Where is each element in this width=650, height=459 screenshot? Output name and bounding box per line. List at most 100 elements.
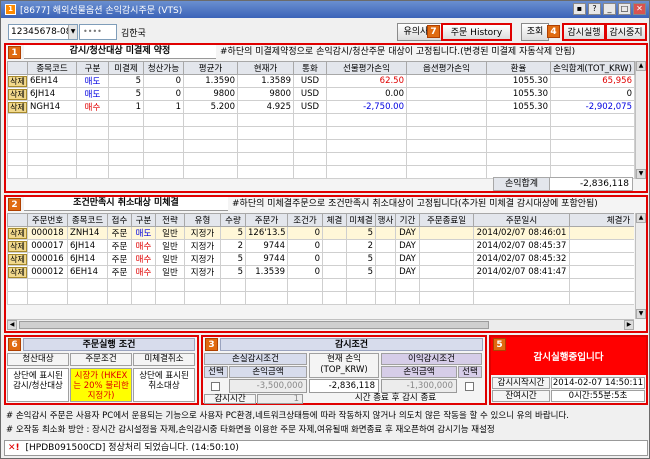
empty-cell bbox=[346, 291, 376, 305]
delete-button[interactable]: 삭제 bbox=[8, 240, 27, 252]
cell-time: 2014/02/07 08:45:37 bbox=[473, 239, 570, 253]
empty-cell bbox=[131, 291, 156, 305]
account-select[interactable]: 12345678-08 ▼ bbox=[8, 24, 78, 40]
cell-fx: 1055.30 bbox=[486, 74, 551, 88]
scroll-down-icon[interactable]: ▼ bbox=[636, 309, 646, 319]
empty-row bbox=[7, 152, 635, 166]
delete-button[interactable]: 삭제 bbox=[8, 101, 27, 113]
delete-button[interactable]: 삭제 bbox=[8, 227, 27, 239]
monitor-running-text: 감시실행중입니다 bbox=[533, 352, 604, 363]
chevron-down-icon[interactable]: ▼ bbox=[68, 25, 77, 39]
panel2-note: #하단의 미체결주문으로 조건만족시 취소대상이 고정됩니다(추가된 미체결 감… bbox=[232, 199, 598, 209]
cell-fillp bbox=[569, 265, 634, 279]
empty-cell bbox=[76, 165, 109, 179]
empty-cell bbox=[395, 291, 420, 305]
cell-strat: 일반 bbox=[155, 265, 185, 279]
cell-code: ZNH14 bbox=[67, 226, 108, 240]
col-header: 평균가 bbox=[183, 61, 238, 75]
positions-vscroll[interactable]: ▲ ▼ bbox=[635, 61, 646, 179]
minimize-icon[interactable]: _ bbox=[603, 3, 616, 15]
empty-cell bbox=[7, 278, 28, 292]
cell-ex bbox=[375, 265, 396, 279]
scroll-left-icon[interactable]: ◀ bbox=[7, 320, 17, 330]
cell-avail: 1 bbox=[143, 100, 184, 114]
order-exec-panel: 6 주문실행 조건 청산대상 주문조건 미체결취소 상단에 표시된 감시/청산대… bbox=[4, 335, 199, 405]
col-header: 미결제 bbox=[108, 61, 144, 75]
empty-cell bbox=[419, 278, 474, 292]
cell-fillp bbox=[569, 252, 634, 266]
scroll-right-icon[interactable]: ▶ bbox=[624, 320, 634, 330]
cell-code: 6JH14 bbox=[67, 239, 108, 253]
scroll-down-icon[interactable]: ▼ bbox=[636, 169, 646, 179]
empty-cell bbox=[184, 278, 221, 292]
profit-select-checkbox[interactable] bbox=[465, 382, 474, 391]
scroll-up-icon[interactable]: ▲ bbox=[636, 61, 646, 71]
position-row[interactable]: 삭제 NGH14 매수 1 1 5.200 4.925 USD -2,750.00 1055.30… bbox=[7, 100, 635, 114]
position-row[interactable]: 삭제 6EH14 매도 5 0 1.3590 1.3589 USD 62.50 1055.30 65… bbox=[7, 74, 635, 88]
empty-cell bbox=[67, 291, 108, 305]
empty-cell bbox=[155, 278, 185, 292]
scroll-up-icon[interactable]: ▲ bbox=[636, 213, 646, 223]
col-header: 미체결 bbox=[346, 213, 376, 227]
col-header: 유형 bbox=[184, 213, 221, 227]
empty-cell bbox=[245, 291, 288, 305]
empty-cell bbox=[375, 291, 396, 305]
password-field[interactable]: •••• bbox=[79, 24, 117, 40]
order-row[interactable]: 삭제 000016 6JH14 주문 매수 일반 지정가 5 9744 0 5 DAY 2014/02/… bbox=[7, 252, 634, 266]
empty-cell bbox=[108, 113, 144, 127]
loss-amount-input[interactable]: -3,500,000 bbox=[229, 379, 307, 393]
empty-cell bbox=[27, 165, 77, 179]
delete-cell: 삭제 bbox=[7, 100, 28, 114]
scroll-thumb[interactable] bbox=[19, 321, 489, 329]
orders-hscroll[interactable]: ◀ ▶ bbox=[7, 319, 634, 330]
pin-icon[interactable]: ▪ bbox=[573, 3, 586, 15]
cell-rcv: 주문 bbox=[107, 226, 132, 240]
history-button[interactable]: 주문 History bbox=[441, 23, 512, 41]
cell-code: NGH14 bbox=[27, 100, 77, 114]
close-target-value: 상단에 표시된 감시/청산대상 bbox=[7, 368, 69, 402]
order-row[interactable]: 삭제 000017 6JH14 주문 매수 일반 지정가 2 9744 0 2 DAY 2014/02/… bbox=[7, 239, 634, 253]
cell-code: 6JH14 bbox=[27, 87, 77, 101]
orders-vscroll[interactable]: ▲ ▼ bbox=[635, 213, 646, 319]
empty-cell bbox=[322, 291, 347, 305]
order-row[interactable]: 삭제 000018 ZNH14 주문 매도 일반 지정가 5 126'13.5 0 5 DAY 2014… bbox=[7, 226, 634, 240]
orders-table: 주문번호 종목코드 접수 구분 전략 유형 수량 주문가 조건가 체결 미체결 행사 기간 주문종료일 주문… bbox=[7, 213, 634, 305]
empty-cell bbox=[76, 126, 109, 140]
delete-button[interactable]: 삭제 bbox=[8, 88, 27, 100]
order-row[interactable]: 삭제 000012 6EH14 주문 매수 일반 지정가 5 1.3539 0 5 DAY 2014/0… bbox=[7, 265, 634, 279]
cell-total: -2,902,075 bbox=[550, 100, 635, 114]
empty-cell bbox=[375, 278, 396, 292]
empty-cell bbox=[7, 165, 28, 179]
empty-cell bbox=[326, 126, 407, 140]
col-header: 현재가 bbox=[237, 61, 294, 75]
lookup-button[interactable]: 조회 bbox=[521, 23, 549, 41]
cell-unfilled: 5 bbox=[346, 252, 376, 266]
cell-no: 000018 bbox=[27, 226, 68, 240]
col-header: 주문가 bbox=[245, 213, 288, 227]
cell-no: 000016 bbox=[27, 252, 68, 266]
col-header: 행사 bbox=[375, 213, 396, 227]
empty-cell bbox=[486, 152, 551, 166]
empty-cell bbox=[486, 126, 551, 140]
help-icon[interactable]: ? bbox=[588, 3, 601, 15]
start-monitor-button[interactable]: 감시실행 bbox=[562, 23, 606, 41]
cell-qty: 2 bbox=[220, 239, 246, 253]
cell-ex bbox=[375, 226, 396, 240]
delete-button[interactable]: 삭제 bbox=[8, 75, 27, 87]
delete-button[interactable]: 삭제 bbox=[8, 253, 27, 265]
close-icon[interactable]: ✕ bbox=[633, 3, 646, 15]
monitor-time-input[interactable]: 1 bbox=[257, 394, 303, 404]
cell-type: 지정가 bbox=[184, 265, 221, 279]
delete-button[interactable]: 삭제 bbox=[8, 266, 27, 278]
orders-table-viewport: 주문번호 종목코드 접수 구분 전략 유형 수량 주문가 조건가 체결 미체결 행사 기간 주문종료일 주문… bbox=[7, 213, 634, 319]
loss-select-checkbox[interactable] bbox=[211, 382, 220, 391]
stop-monitor-button[interactable]: 감시중지 bbox=[605, 23, 647, 41]
empty-cell bbox=[245, 278, 288, 292]
start-time-label: 감시시작시간 bbox=[492, 377, 550, 389]
cell-code: 6EH14 bbox=[27, 74, 77, 88]
maximize-icon[interactable]: □ bbox=[618, 3, 631, 15]
profit-amount-input[interactable]: -1,300,000 bbox=[381, 379, 457, 393]
badge-2: 2 bbox=[8, 198, 21, 211]
position-row[interactable]: 삭제 6JH14 매도 5 0 9800 9800 USD 0.00 1055.30 0 bbox=[7, 87, 635, 101]
col-header: 청산가능 bbox=[143, 61, 184, 75]
